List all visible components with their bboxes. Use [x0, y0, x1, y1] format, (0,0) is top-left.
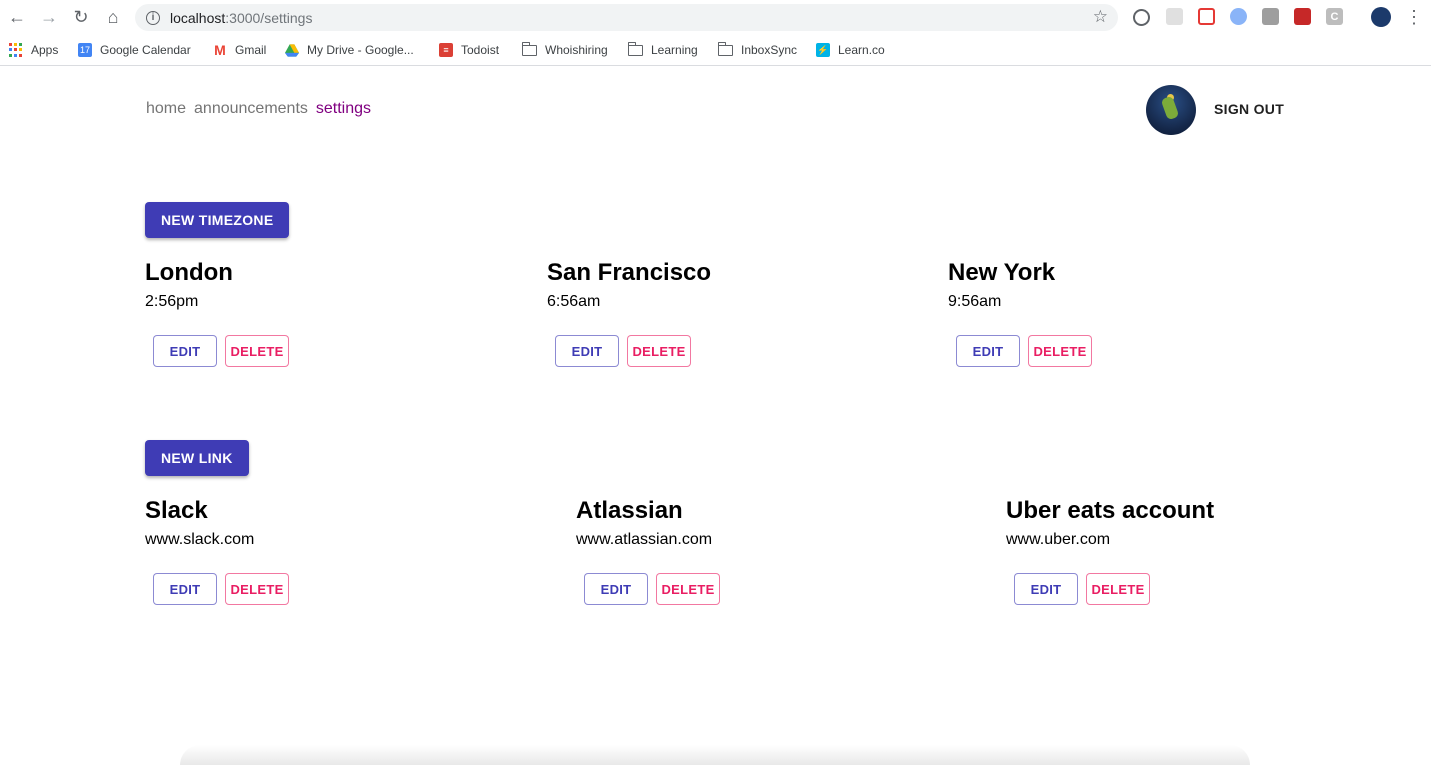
url-path: :3000/settings: [225, 9, 313, 26]
link-url: www.uber.com: [1006, 531, 1111, 548]
apps-grid-icon: [9, 43, 23, 57]
drive-icon: [285, 43, 299, 57]
extension-calendar-icon[interactable]: [1262, 8, 1279, 25]
avatar-figure: [1160, 95, 1180, 121]
bookmark-label: Whoishiring: [545, 43, 608, 57]
menu-kebab-icon[interactable]: ⋮: [1402, 5, 1426, 29]
timezone-time: 9:56am: [948, 293, 1002, 310]
bookmark-label: Learning: [651, 43, 698, 57]
card-actions: EDIT DELETE: [153, 335, 289, 367]
profile-avatar-icon[interactable]: [1371, 7, 1391, 27]
learn-co-icon: ⚡: [816, 43, 830, 57]
bookmark-label: Gmail: [235, 43, 267, 57]
delete-button[interactable]: DELETE: [1086, 573, 1150, 605]
delete-button[interactable]: DELETE: [1028, 335, 1092, 367]
new-timezone-button[interactable]: NEW TIMEZONE: [145, 202, 290, 238]
bookmark-learning[interactable]: Learning: [627, 41, 698, 59]
gmail-icon: M: [214, 42, 226, 58]
reload-icon[interactable]: ↻: [69, 5, 93, 29]
nav-announcements[interactable]: announcements: [194, 100, 308, 118]
bookmark-label: Apps: [31, 43, 59, 57]
timezone-time: 2:56pm: [145, 293, 199, 310]
url-text[interactable]: localhost:3000/settings: [170, 10, 312, 26]
new-link-button[interactable]: NEW LINK: [145, 440, 249, 476]
edit-button[interactable]: EDIT: [555, 335, 619, 367]
link-name: Uber eats account: [1006, 497, 1215, 524]
delete-button[interactable]: DELETE: [225, 335, 289, 367]
edit-button[interactable]: EDIT: [153, 573, 217, 605]
bookmarks-bar: Apps 17 Google Calendar M Gmail My Drive…: [0, 34, 1431, 66]
bookmark-todoist[interactable]: ≡ Todoist: [439, 41, 499, 59]
timezone-name: New York: [948, 259, 1056, 286]
browser-toolbar: ← → ↻ ⌂ i localhost:3000/settings ☆ C ⋮: [0, 0, 1431, 34]
timezone-time: 6:56am: [547, 293, 601, 310]
bookmark-learn-co[interactable]: ⚡ Learn.co: [816, 41, 885, 59]
extension-cross-icon[interactable]: [1198, 8, 1215, 25]
timezone-card-london: London 2:56pm EDIT DELETE: [145, 259, 289, 367]
edit-button[interactable]: EDIT: [956, 335, 1020, 367]
main-nav: home announcements settings: [146, 100, 371, 118]
bookmark-label: Google Calendar: [100, 43, 191, 57]
bottom-paper-shadow: [180, 745, 1250, 765]
card-actions: EDIT DELETE: [1014, 573, 1150, 605]
bookmark-apps[interactable]: Apps: [9, 41, 58, 59]
bookmark-whoishiring[interactable]: Whoishiring: [521, 41, 608, 59]
delete-button[interactable]: DELETE: [225, 573, 289, 605]
address-bar[interactable]: i localhost:3000/settings ☆: [135, 4, 1118, 31]
extension-info-icon[interactable]: [1230, 8, 1247, 25]
sign-out-button[interactable]: SIGN OUT: [1214, 101, 1284, 117]
todoist-icon: ≡: [439, 43, 453, 57]
extension-red-icon[interactable]: [1294, 8, 1311, 25]
edit-button[interactable]: EDIT: [153, 335, 217, 367]
nav-settings[interactable]: settings: [316, 100, 371, 118]
bookmark-label: InboxSync: [741, 43, 798, 57]
timezone-card-new-york: New York 9:56am EDIT DELETE: [948, 259, 1092, 367]
link-url: www.slack.com: [145, 531, 255, 548]
folder-icon: [717, 41, 733, 56]
back-icon[interactable]: ←: [5, 5, 29, 29]
nav-home[interactable]: home: [146, 100, 186, 118]
link-url: www.atlassian.com: [576, 531, 713, 548]
folder-icon: [521, 41, 537, 56]
card-actions: EDIT DELETE: [555, 335, 691, 367]
delete-button[interactable]: DELETE: [627, 335, 691, 367]
bookmark-inboxsync[interactable]: InboxSync: [717, 41, 798, 59]
bookmark-label: My Drive - Google...: [307, 43, 414, 57]
card-actions: EDIT DELETE: [584, 573, 720, 605]
user-avatar[interactable]: [1146, 85, 1196, 135]
bookmark-label: Learn.co: [838, 43, 885, 57]
link-card-slack: Slack www.slack.com EDIT DELETE: [145, 497, 289, 605]
link-name: Atlassian: [576, 497, 683, 524]
forward-icon[interactable]: →: [37, 5, 61, 29]
bookmark-google-calendar[interactable]: 17 Google Calendar: [78, 41, 191, 59]
site-info-icon[interactable]: i: [146, 10, 160, 25]
url-host: localhost: [170, 9, 226, 26]
timezone-name: London: [145, 259, 233, 286]
bookmark-my-drive[interactable]: My Drive - Google...: [285, 41, 414, 59]
link-name: Slack: [145, 497, 208, 524]
link-card-uber-eats: Uber eats account www.uber.com EDIT DELE…: [1006, 497, 1215, 605]
bookmark-label: Todoist: [461, 43, 500, 57]
link-card-atlassian: Atlassian www.atlassian.com EDIT DELETE: [576, 497, 720, 605]
bookmark-star-icon[interactable]: ☆: [1093, 7, 1108, 27]
edit-button[interactable]: EDIT: [1014, 573, 1078, 605]
card-actions: EDIT DELETE: [956, 335, 1092, 367]
bookmark-gmail[interactable]: M Gmail: [213, 41, 266, 59]
timezone-card-san-francisco: San Francisco 6:56am EDIT DELETE: [547, 259, 712, 367]
extension-icon[interactable]: [1166, 8, 1183, 25]
calendar-icon: 17: [78, 43, 92, 57]
password-manager-icon[interactable]: [1133, 9, 1150, 26]
home-icon[interactable]: ⌂: [101, 5, 125, 29]
timezone-name: San Francisco: [547, 259, 712, 286]
folder-icon: [627, 41, 643, 56]
delete-button[interactable]: DELETE: [656, 573, 720, 605]
card-actions: EDIT DELETE: [153, 573, 289, 605]
edit-button[interactable]: EDIT: [584, 573, 648, 605]
extension-c-icon[interactable]: C: [1326, 8, 1343, 25]
